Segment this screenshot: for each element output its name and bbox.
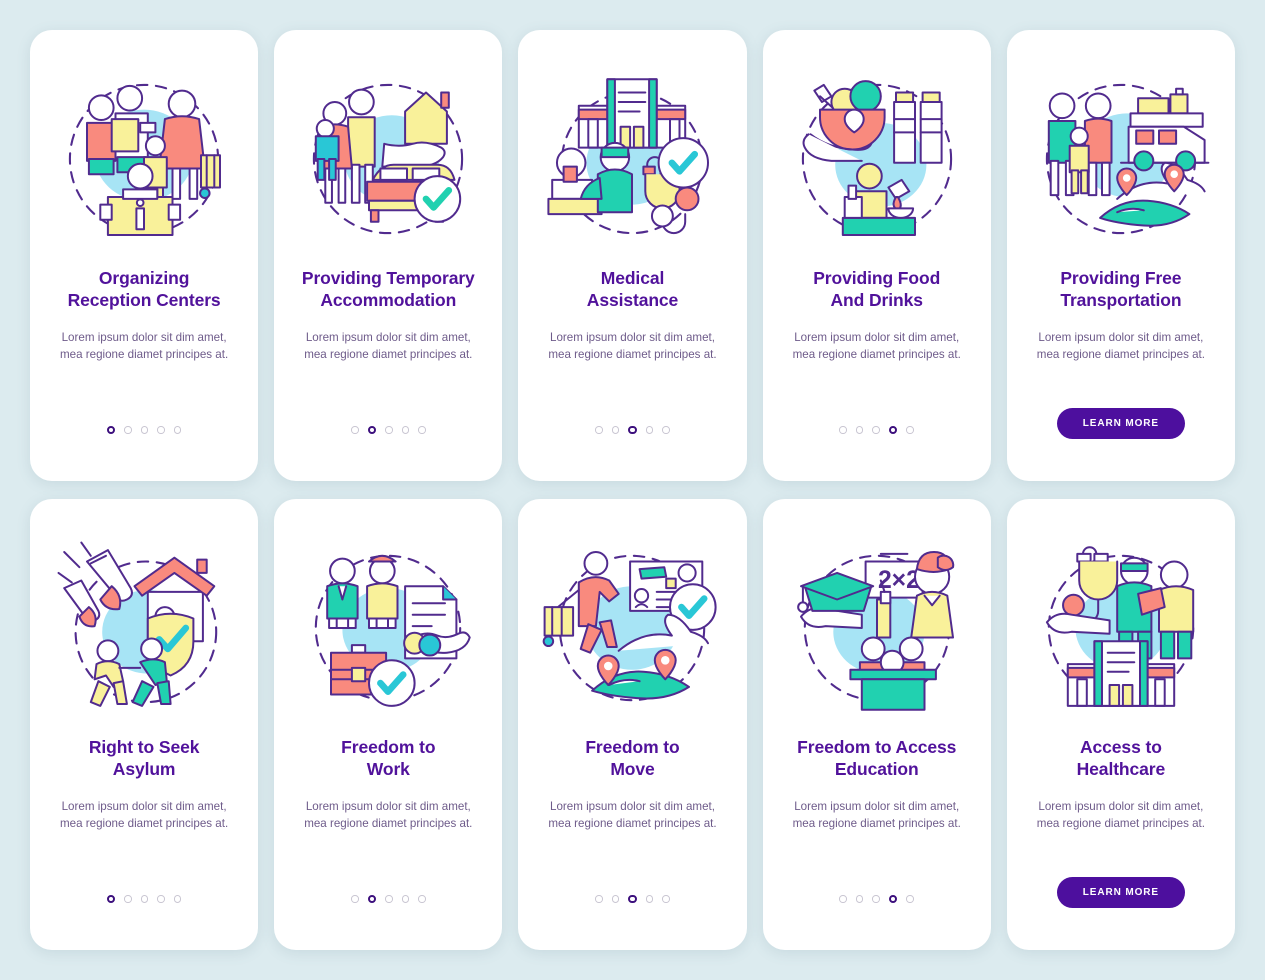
pagination-dot[interactable] — [855, 895, 864, 903]
pagination-dots — [595, 892, 670, 906]
pagination-dot-active[interactable] — [367, 894, 377, 904]
pagination-dot[interactable] — [839, 895, 847, 903]
learn-more-button[interactable]: LEARN MORE — [1056, 408, 1185, 439]
pagination-dots — [839, 892, 914, 906]
pagination-dot[interactable] — [140, 895, 149, 903]
pagination-dot[interactable] — [645, 895, 654, 903]
pagination-dot-active[interactable] — [367, 425, 377, 435]
screen-body-text: Lorem ipsum dolor sit dim amet, mea regi… — [792, 330, 961, 361]
pagination-dot[interactable] — [662, 895, 670, 903]
reception-center-icon — [44, 56, 244, 261]
pagination-dot[interactable] — [855, 426, 864, 434]
pagination-dots — [351, 423, 426, 437]
onboarding-screen-card: Freedom to Work Lorem ipsum dolor sit dim… — [274, 499, 503, 950]
screen-body-text: Lorem ipsum dolor sit dim amet, mea regi… — [548, 799, 717, 830]
screen-body-text: Lorem ipsum dolor sit dim amet, mea regi… — [1036, 799, 1205, 830]
pagination-dot[interactable] — [611, 895, 620, 903]
pagination-dot[interactable] — [418, 426, 426, 434]
free-transportation-icon — [1021, 56, 1221, 261]
screen-title: Freedom to Move — [585, 737, 680, 780]
pagination-dot[interactable] — [140, 426, 149, 434]
onboarding-screen-card: 2×2 Freedom to Access Education Lorem ips… — [762, 499, 991, 950]
pagination-dots — [106, 892, 182, 906]
onboarding-screen-card: Freedom to Move Lorem ipsum dolor sit dim… — [518, 499, 747, 950]
pagination-dot[interactable] — [906, 895, 914, 903]
pagination-dot[interactable] — [906, 426, 914, 434]
pagination-dot-active[interactable] — [888, 894, 898, 904]
screen-body-text: Lorem ipsum dolor sit dim amet, mea regi… — [304, 330, 473, 361]
onboarding-screen-card: Medical Assistance Lorem ipsum dolor sit … — [518, 30, 747, 481]
pagination-dots — [106, 423, 182, 437]
temporary-accommodation-icon — [288, 56, 488, 261]
pagination-dot[interactable] — [157, 426, 165, 434]
access-to-healthcare-icon — [1021, 525, 1221, 730]
pagination-dots — [351, 892, 426, 906]
pagination-dot[interactable] — [351, 895, 359, 903]
pagination-dot-active[interactable] — [106, 425, 116, 435]
pagination-dot[interactable] — [401, 426, 410, 434]
screen-title: Right to Seek Asylum — [88, 737, 200, 780]
pagination-dot[interactable] — [351, 426, 359, 434]
freedom-to-move-icon — [532, 525, 732, 730]
pagination-dot[interactable] — [645, 426, 654, 434]
medical-assistance-icon — [532, 56, 732, 261]
food-and-drinks-icon — [777, 56, 977, 261]
pagination-dot[interactable] — [401, 895, 410, 903]
pagination-dot[interactable] — [124, 426, 132, 434]
pagination-dot[interactable] — [595, 895, 603, 903]
pagination-dots — [595, 423, 670, 437]
pagination-dot-active[interactable] — [106, 894, 116, 904]
onboarding-screen-card: Organizing Reception Centers Lorem ipsum … — [30, 30, 259, 481]
screen-title: Providing Temporary Accommodation — [301, 268, 475, 311]
pagination-dot[interactable] — [173, 895, 182, 903]
pagination-dot[interactable] — [124, 895, 132, 903]
pagination-dot[interactable] — [839, 426, 847, 434]
pagination-dot-active[interactable] — [628, 425, 637, 435]
pagination-dot[interactable] — [595, 426, 603, 434]
screen-title: Organizing Reception Centers — [67, 268, 221, 311]
screen-title: Medical Assistance — [586, 268, 679, 311]
pagination-dot[interactable] — [157, 895, 165, 903]
freedom-to-access-education-icon: 2×2 — [777, 525, 977, 730]
onboarding-screen-card: Providing Food And Drinks Lorem ipsum dol… — [762, 30, 991, 481]
pagination-dot[interactable] — [662, 426, 670, 434]
screen-title: Providing Free Transportation — [1060, 268, 1182, 311]
pagination-dot[interactable] — [385, 426, 393, 434]
pagination-dots — [839, 423, 914, 437]
pagination-dot[interactable] — [173, 426, 182, 434]
pagination-dot-active[interactable] — [628, 894, 637, 904]
screen-body-text: Lorem ipsum dolor sit dim amet, mea regi… — [792, 799, 961, 830]
learn-more-button[interactable]: LEARN MORE — [1056, 877, 1185, 908]
pagination-dot[interactable] — [385, 895, 393, 903]
pagination-dot[interactable] — [418, 895, 426, 903]
screen-title: Freedom to Work — [341, 737, 436, 780]
screen-body-text: Lorem ipsum dolor sit dim amet, mea regi… — [304, 799, 473, 830]
screen-body-text: Lorem ipsum dolor sit dim amet, mea regi… — [548, 330, 717, 361]
pagination-dot[interactable] — [872, 895, 880, 903]
screen-title: Access to Healthcare — [1076, 737, 1166, 780]
pagination-dot-active[interactable] — [888, 425, 898, 435]
screen-body-text: Lorem ipsum dolor sit dim amet, mea regi… — [59, 330, 229, 361]
screen-title: Providing Food And Drinks — [813, 268, 941, 311]
screen-body-text: Lorem ipsum dolor sit dim amet, mea regi… — [1036, 330, 1205, 361]
onboarding-screen-card: Access to Healthcare Lorem ipsum dolor si… — [1006, 499, 1235, 950]
onboarding-screen-card: Providing Free Transportation Lorem ipsum… — [1006, 30, 1235, 481]
pagination-dot[interactable] — [611, 426, 620, 434]
freedom-to-work-icon — [288, 525, 488, 730]
onboarding-screens-board: Organizing Reception Centers Lorem ipsum … — [0, 0, 1265, 980]
pagination-dot[interactable] — [872, 426, 880, 434]
onboarding-screen-card: Right to Seek Asylum Lorem ipsum dolor si… — [30, 499, 259, 950]
screen-title: Freedom to Access Education — [797, 737, 957, 780]
onboarding-screen-card: Providing Temporary Accommodation Lorem i… — [274, 30, 503, 481]
screen-body-text: Lorem ipsum dolor sit dim amet, mea regi… — [59, 799, 229, 830]
right-to-seek-asylum-icon — [44, 525, 244, 730]
